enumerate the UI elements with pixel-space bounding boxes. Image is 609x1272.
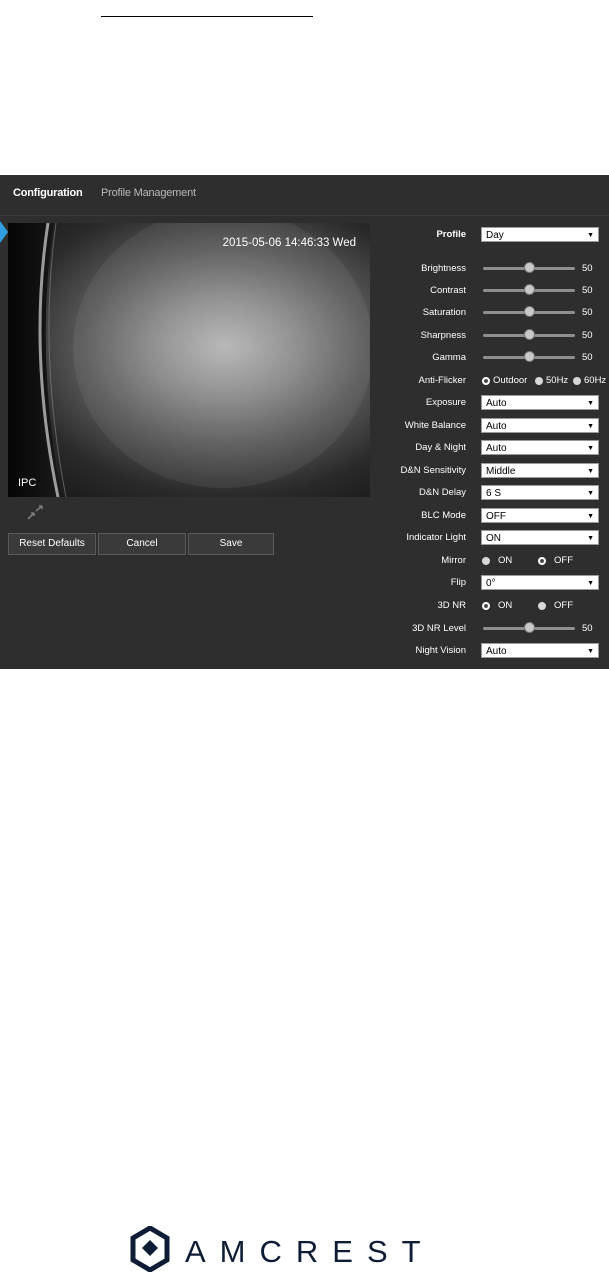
slider-knob[interactable] [524, 306, 535, 317]
dropdown-arrow-icon: ▼ [587, 445, 594, 452]
slider-knob[interactable] [524, 329, 535, 340]
dropdown-arrow-icon: ▼ [587, 468, 594, 475]
video-frame-image [8, 223, 370, 497]
day-night-label: Day & Night [415, 442, 466, 453]
slider-knob[interactable] [524, 351, 535, 362]
indicator-light-label: Indicator Light [406, 532, 466, 543]
dn-sensitivity-label: D&N Sensitivity [400, 465, 466, 476]
anti-flicker-outdoor-radio[interactable] [482, 377, 490, 385]
3d-nr-on-radio[interactable] [482, 602, 490, 610]
indicator-light-select[interactable]: ON ▼ [481, 530, 599, 545]
anti-flicker-60hz-text: 60Hz [584, 375, 607, 386]
sharpness-value: 50 [582, 330, 593, 341]
3d-nr-level-value: 50 [582, 623, 593, 634]
blc-mode-select[interactable]: OFF ▼ [481, 508, 599, 523]
brightness-label: Brightness [421, 263, 466, 274]
slider-knob[interactable] [524, 622, 535, 633]
live-video-view[interactable]: 2015-05-06 14:46:33 Wed IPC [8, 223, 370, 497]
3d-nr-off-text: OFF [554, 600, 573, 611]
gamma-label: Gamma [432, 352, 466, 363]
camera-settings-panel: Configuration Profile Management 2015-05… [0, 175, 609, 669]
saturation-slider[interactable] [483, 306, 575, 318]
day-night-select[interactable]: Auto ▼ [481, 440, 599, 455]
night-vision-select[interactable]: Auto ▼ [481, 643, 599, 658]
amcrest-logo-icon [130, 1226, 170, 1272]
anti-flicker-label: Anti-Flicker [418, 375, 466, 386]
3d-nr-level-label: 3D NR Level [412, 623, 466, 634]
mirror-on-text: ON [498, 555, 513, 566]
white-balance-value: Auto [486, 421, 507, 432]
osd-channel-label: IPC [18, 477, 37, 489]
dropdown-arrow-icon: ▼ [587, 490, 594, 497]
3d-nr-off-radio[interactable] [538, 602, 546, 610]
indicator-light-value: ON [486, 533, 501, 544]
tab-bar: Configuration Profile Management [0, 175, 609, 216]
gamma-value: 50 [582, 352, 593, 363]
profile-label: Profile [436, 229, 466, 240]
3d-nr-label: 3D NR [437, 600, 466, 611]
3d-nr-on-text: ON [498, 600, 513, 611]
reset-defaults-button[interactable]: Reset Defaults [8, 533, 96, 555]
flip-select[interactable]: 0° ▼ [481, 575, 599, 590]
dn-sensitivity-select[interactable]: Middle ▼ [481, 463, 599, 478]
3d-nr-level-slider[interactable] [483, 622, 575, 634]
anti-flicker-60hz-radio[interactable] [573, 377, 581, 385]
dropdown-arrow-icon: ▼ [587, 400, 594, 407]
gamma-slider[interactable] [483, 351, 575, 363]
mirror-off-radio[interactable] [538, 557, 546, 565]
saturation-value: 50 [582, 307, 593, 318]
blc-mode-label: BLC Mode [421, 510, 466, 521]
profile-select[interactable]: Day ▼ [481, 227, 599, 242]
slider-knob[interactable] [524, 284, 535, 295]
sharpness-slider[interactable] [483, 329, 575, 341]
mirror-label: Mirror [441, 555, 466, 566]
night-vision-value: Auto [486, 646, 507, 657]
blc-mode-value: OFF [486, 511, 506, 522]
exposure-value: Auto [486, 398, 507, 409]
brightness-value: 50 [582, 263, 593, 274]
dn-delay-label: D&N Delay [419, 487, 466, 498]
mirror-on-radio[interactable] [482, 557, 490, 565]
profile-value: Day [486, 230, 504, 241]
dropdown-arrow-icon: ▼ [587, 648, 594, 655]
amcrest-logo: AMCREST [129, 1226, 459, 1272]
white-balance-select[interactable]: Auto ▼ [481, 418, 599, 433]
tab-profile-management[interactable]: Profile Management [101, 187, 196, 199]
exposure-select[interactable]: Auto ▼ [481, 395, 599, 410]
collapse-chevron-icon[interactable] [0, 221, 8, 243]
anti-flicker-50hz-radio[interactable] [535, 377, 543, 385]
contrast-label: Contrast [430, 285, 466, 296]
save-button[interactable]: Save [188, 533, 274, 555]
tab-configuration[interactable]: Configuration [13, 187, 83, 199]
mirror-off-text: OFF [554, 555, 573, 566]
dropdown-arrow-icon: ▼ [587, 423, 594, 430]
flip-value: 0° [486, 578, 496, 589]
day-night-value: Auto [486, 443, 507, 454]
dn-delay-select[interactable]: 6 S ▼ [481, 485, 599, 500]
osd-timestamp: 2015-05-06 14:46:33 Wed [222, 237, 356, 249]
flip-label: Flip [450, 577, 466, 588]
exposure-label: Exposure [425, 397, 466, 408]
dropdown-arrow-icon: ▼ [587, 535, 594, 542]
night-vision-label: Night Vision [415, 645, 466, 656]
anti-flicker-outdoor-text: Outdoor [493, 375, 528, 386]
dn-sensitivity-value: Middle [486, 466, 516, 477]
amcrest-wordmark: AMCREST [185, 1234, 435, 1269]
dropdown-arrow-icon: ▼ [587, 232, 594, 239]
cancel-button[interactable]: Cancel [98, 533, 186, 555]
slider-knob[interactable] [524, 262, 535, 273]
contrast-slider[interactable] [483, 284, 575, 296]
anti-flicker-50hz-text: 50Hz [546, 375, 569, 386]
dn-delay-value: 6 S [486, 488, 502, 499]
saturation-label: Saturation [422, 307, 466, 318]
dropdown-arrow-icon: ▼ [587, 580, 594, 587]
dropdown-arrow-icon: ▼ [587, 513, 594, 520]
contrast-value: 50 [582, 285, 593, 296]
brightness-slider[interactable] [483, 262, 575, 274]
white-balance-label: White Balance [404, 420, 466, 431]
sharpness-label: Sharpness [420, 330, 466, 341]
fullscreen-icon[interactable] [26, 505, 44, 521]
top-rule [101, 16, 313, 17]
